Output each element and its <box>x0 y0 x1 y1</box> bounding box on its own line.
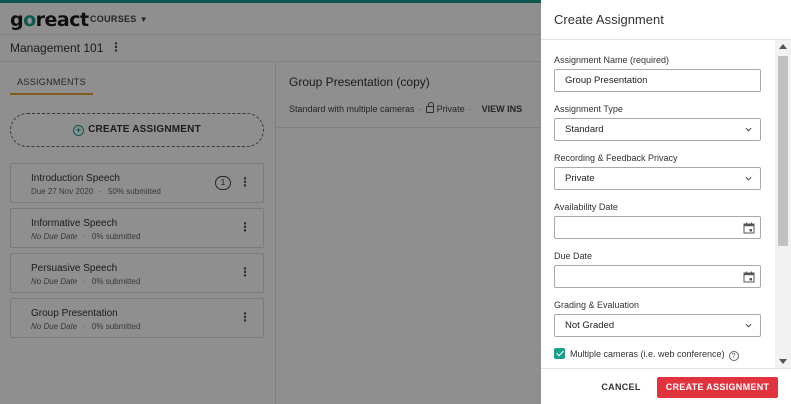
multiple-cameras-checkbox[interactable] <box>554 348 565 359</box>
assignment-type-select[interactable]: Standard <box>554 118 761 141</box>
create-assignment-submit-button[interactable]: CREATE ASSIGNMENT <box>657 377 778 398</box>
privacy-label: Recording & Feedback Privacy <box>554 153 678 163</box>
grading-value: Not Graded <box>565 320 615 331</box>
chevron-down-icon <box>745 127 752 132</box>
help-circle-icon[interactable]: ? <box>728 351 739 361</box>
calendar-icon[interactable] <box>743 271 755 283</box>
chevron-down-icon <box>745 176 752 181</box>
due-date-input[interactable] <box>554 265 761 288</box>
create-assignment-panel: Create Assignment Assignment Name (requi… <box>541 0 791 404</box>
multiple-cameras-option: Multiple cameras (i.e. web conference)? <box>554 348 739 361</box>
cancel-button[interactable]: CANCEL <box>593 376 649 398</box>
scroll-thumb[interactable] <box>778 56 788 246</box>
chevron-down-icon <box>745 323 752 328</box>
availability-date-label: Availability Date <box>554 202 618 212</box>
panel-footer: CANCEL CREATE ASSIGNMENT <box>541 368 791 404</box>
grading-select[interactable]: Not Graded <box>554 314 761 337</box>
multiple-cameras-label: Multiple cameras (i.e. web conference) <box>570 349 725 359</box>
panel-body: Assignment Name (required) Group Present… <box>541 40 791 368</box>
assignment-type-value: Standard <box>565 124 604 135</box>
grading-label: Grading & Evaluation <box>554 300 640 310</box>
assignment-type-label: Assignment Type <box>554 104 623 114</box>
panel-header: Create Assignment <box>541 0 791 40</box>
scroll-up-arrow-icon[interactable] <box>779 44 787 49</box>
privacy-value: Private <box>565 173 595 184</box>
assignment-name-label: Assignment Name (required) <box>554 55 670 65</box>
assignment-name-input[interactable]: Group Presentation <box>554 69 761 92</box>
assignment-name-value: Group Presentation <box>565 75 648 86</box>
availability-date-input[interactable] <box>554 216 761 239</box>
panel-title: Create Assignment <box>554 12 664 27</box>
due-date-label: Due Date <box>554 251 593 261</box>
panel-scrollbar[interactable] <box>775 40 791 368</box>
calendar-icon[interactable] <box>743 222 755 234</box>
scroll-down-arrow-icon[interactable] <box>779 359 787 364</box>
privacy-select[interactable]: Private <box>554 167 761 190</box>
